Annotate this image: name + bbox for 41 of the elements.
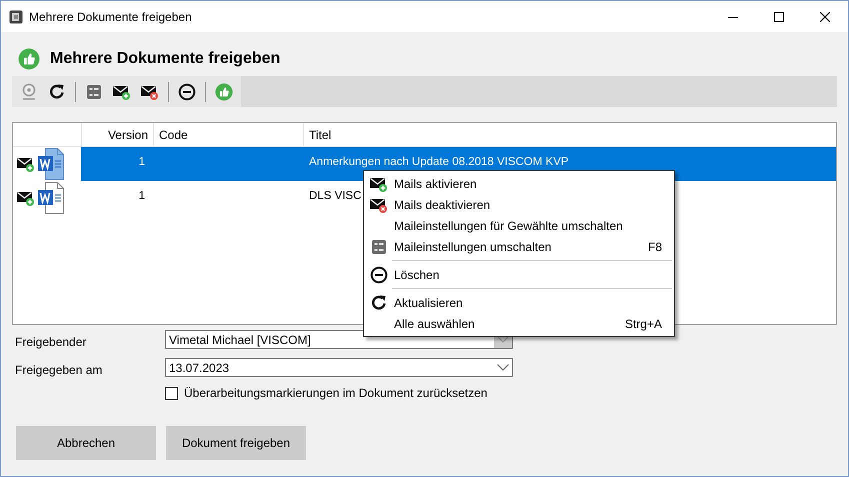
field-label: Freigegeben am [15, 363, 104, 377]
app-icon [9, 10, 23, 24]
dialog-heading: Mehrere Dokumente freigeben [50, 50, 280, 68]
thumbs-up-icon [215, 82, 233, 100]
window-title: Mehrere Dokumente freigeben [29, 10, 193, 24]
dialog-button[interactable]: Abbrechen [16, 426, 156, 460]
thumbs-up-icon [18, 48, 40, 70]
column-header[interactable]: Code [153, 123, 303, 146]
menu-item[interactable]: Aktualisieren [364, 292, 674, 313]
refresh-icon [48, 82, 66, 100]
toggle-icon [371, 238, 387, 254]
dialog-button[interactable]: Dokument freigeben [166, 426, 306, 460]
refresh-icon [370, 294, 388, 312]
maximize-icon [774, 12, 784, 22]
toggle-icon [86, 84, 102, 100]
mail-add-icon [370, 176, 388, 192]
column-header[interactable]: Titel [303, 123, 836, 146]
menu-item[interactable]: Maileinstellungen für Gewählte umschalten [364, 215, 674, 236]
checkbox[interactable] [165, 386, 178, 400]
mail-remove-icon [370, 196, 388, 212]
table-cell: DLS VISC [309, 190, 362, 202]
column-header[interactable]: Version [81, 123, 153, 146]
menu-item[interactable]: Maileinstellungen umschalten F8 [364, 236, 674, 257]
close-icon [820, 12, 830, 22]
menu-item[interactable]: Löschen [364, 264, 674, 285]
chevron-down-icon [497, 364, 509, 371]
menu-item[interactable]: Mails aktivieren [364, 173, 674, 194]
mail-add-icon [113, 84, 131, 100]
dropdown-field[interactable]: 13.07.2023 [165, 358, 513, 377]
minus-circle-icon [178, 82, 196, 100]
word-document-icon [37, 182, 65, 214]
menu-item[interactable]: Mails deaktivieren [364, 194, 674, 215]
table-cell[interactable]: 1 [81, 147, 153, 181]
checkbox-label: Überarbeitungsmarkierungen im Dokument zurücksetzen [184, 386, 488, 400]
chevron-down-icon [497, 336, 509, 343]
mail-remove-icon [141, 84, 159, 100]
field-label: Freigebender [15, 335, 88, 349]
minus-circle-icon [370, 266, 388, 284]
table-cell[interactable]: 1 [81, 181, 153, 215]
disc-icon [20, 82, 38, 100]
table-cell: Anmerkungen nach Update 08.2018 VISCOM KVP [309, 156, 569, 168]
